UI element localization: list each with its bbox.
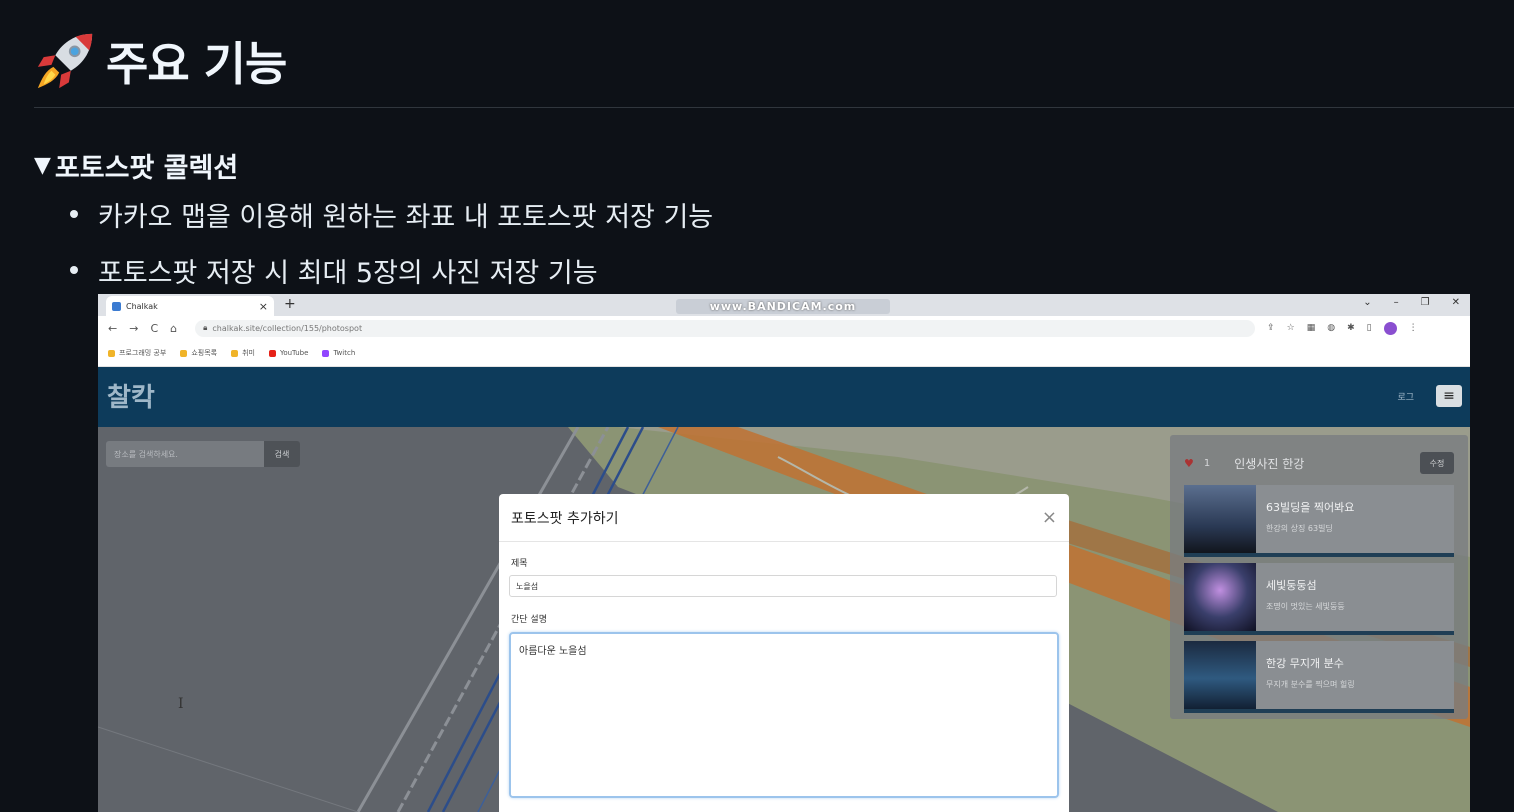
edit-collection-button[interactable]: 수정	[1420, 452, 1454, 474]
hamburger-menu-button[interactable]: ≡	[1436, 385, 1462, 407]
photospot-thumbnail	[1184, 641, 1256, 709]
bullet-icon	[70, 266, 78, 274]
window-controls: ⌄ – ❐ ✕	[1363, 297, 1460, 308]
description-textarea[interactable]: 아름다운 노을섬	[509, 632, 1059, 798]
place-search-button[interactable]: 검색	[264, 441, 300, 467]
modal-header: 포토스팟 추가하기 ×	[499, 494, 1069, 542]
text-cursor-icon: I	[178, 696, 184, 712]
minimize-icon[interactable]: –	[1394, 297, 1399, 308]
heart-icon[interactable]: ♥	[1184, 457, 1194, 470]
back-icon[interactable]: ←	[108, 322, 117, 335]
reload-icon[interactable]: C	[150, 322, 158, 335]
bookmark-item[interactable]: 프로그래밍 공부	[108, 348, 166, 358]
share-icon[interactable]: ⇪	[1267, 323, 1275, 333]
feature-list: 카카오 맵을 이용해 원하는 좌표 내 포토스팟 저장 기능 포토스팟 저장 시…	[70, 194, 713, 306]
folder-icon	[108, 349, 115, 357]
folder-icon	[180, 349, 188, 357]
browser-tab-bar: Chalkak × + www.BANDICAM.com ⌄ – ❐ ✕	[98, 294, 1470, 316]
browser-tab[interactable]: Chalkak ×	[106, 296, 274, 316]
close-window-icon[interactable]: ✕	[1452, 297, 1460, 308]
collection-panel: ♥ 1 인생사진 한강 수정 63빌딩을 찍어봐요 한강의 상징 63빌딩 세빛…	[1170, 435, 1468, 719]
bookmark-item[interactable]: YouTube	[268, 349, 308, 357]
forward-icon[interactable]: →	[129, 322, 138, 335]
like-count: 1	[1203, 457, 1211, 469]
bookmark-item[interactable]: 취미	[231, 348, 255, 358]
home-icon[interactable]: ⌂	[170, 322, 177, 335]
app-logo[interactable]: 찰칵	[107, 377, 155, 414]
photospot-card[interactable]: 63빌딩을 찍어봐요 한강의 상징 63빌딩	[1184, 485, 1454, 557]
section-heading: 주요 기능	[34, 28, 287, 94]
collection-title: 인생사진 한강	[1234, 456, 1305, 471]
page-title: 주요 기능	[106, 37, 287, 91]
folder-icon	[231, 349, 239, 357]
new-tab-button[interactable]: +	[284, 296, 296, 312]
tab-search-icon[interactable]: ⌄	[1363, 297, 1371, 308]
lock-icon: 🔒︎	[203, 323, 208, 332]
collection-header: ♥ 1 인생사진 한강 수정	[1184, 449, 1454, 477]
maximize-icon[interactable]: ❐	[1421, 297, 1430, 308]
sidepanel-icon[interactable]: ▯	[1367, 323, 1372, 333]
add-photospot-modal: 포토스팟 추가하기 × 제목 노을섬 간단 설명 아름다운 노을섬	[499, 494, 1069, 812]
close-tab-icon[interactable]: ×	[259, 300, 268, 313]
more-icon[interactable]: ⋮	[1409, 323, 1418, 333]
puzzle-icon[interactable]: ✱	[1347, 323, 1355, 333]
extension-icons: ⇪ ☆ ▦ ◍ ✱ ▯ ⋮	[1267, 321, 1418, 335]
translate-icon[interactable]: ▦	[1307, 323, 1316, 333]
rocket-icon	[37, 33, 93, 89]
extension-icon[interactable]: ◍	[1327, 323, 1335, 333]
photospot-card[interactable]: 세빛둥둥섬 조명이 멋있는 세빛둥둥	[1184, 563, 1454, 635]
description-label: 간단 설명	[511, 615, 547, 625]
list-item: 포토스팟 저장 시 최대 5장의 사진 저장 기능	[70, 250, 713, 290]
heading-divider	[34, 107, 1514, 108]
list-item: 카카오 맵을 이용해 원하는 좌표 내 포토스팟 저장 기능	[70, 194, 713, 234]
bullet-icon	[70, 210, 78, 218]
disclosure-triangle-icon[interactable]: ▼	[34, 153, 51, 178]
url-input[interactable]: 🔒︎ chalkak.site/collection/155/photospot	[195, 319, 1256, 337]
details-summary[interactable]: ▼ 포토스팟 콜렉션	[34, 146, 238, 185]
modal-title: 포토스팟 추가하기	[511, 510, 619, 527]
address-bar: ← → C ⌂ 🔒︎ chalkak.site/collection/155/p…	[98, 316, 1470, 340]
title-input[interactable]: 노을섬	[509, 575, 1057, 597]
youtube-icon	[268, 349, 276, 357]
bookmark-star-icon[interactable]: ☆	[1287, 323, 1295, 333]
login-link[interactable]: 로그	[1397, 390, 1414, 403]
app-navbar: 찰칵 로그 ≡	[98, 367, 1470, 427]
close-icon[interactable]: ×	[1042, 507, 1057, 528]
profile-avatar[interactable]	[1383, 321, 1397, 335]
photospot-thumbnail	[1184, 563, 1256, 631]
photospot-thumbnail	[1184, 485, 1256, 553]
details-summary-label[interactable]: 포토스팟 콜렉션	[55, 146, 238, 185]
photospot-card[interactable]: 한강 무지개 분수 무지개 분수를 찍으며 힐링	[1184, 641, 1454, 713]
bookmark-item[interactable]: Twitch	[322, 349, 355, 357]
favicon-icon	[112, 301, 121, 311]
bookmark-item[interactable]: 쇼핑목록	[180, 348, 217, 358]
bookmarks-bar: 프로그래밍 공부 쇼핑목록 취미 YouTube Twitch	[98, 340, 1470, 367]
place-search-input[interactable]: 장소를 검색하세요.	[106, 441, 264, 467]
demo-screenshot: Chalkak × + www.BANDICAM.com ⌄ – ❐ ✕ ← →…	[98, 294, 1470, 812]
title-label: 제목	[511, 559, 528, 569]
bandicam-watermark: www.BANDICAM.com	[676, 299, 890, 314]
twitch-icon	[322, 349, 330, 357]
